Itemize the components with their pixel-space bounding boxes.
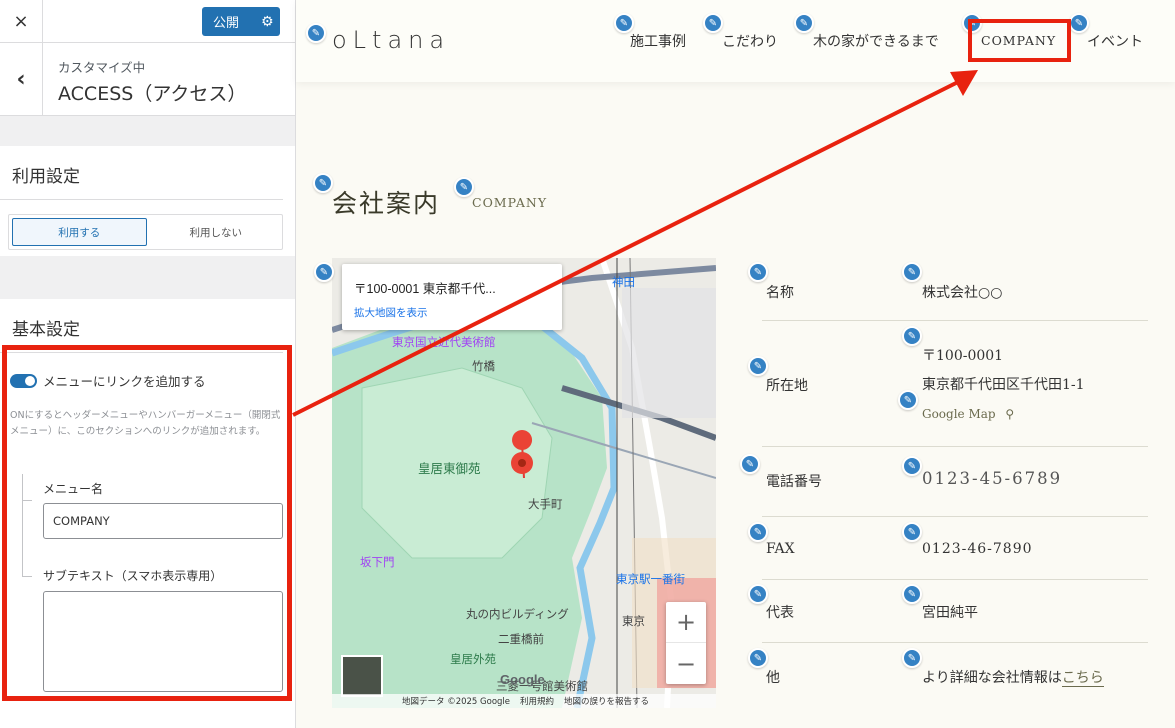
edit-pencil-icon[interactable]: ✎	[703, 13, 723, 33]
info-value: 宮田純平	[922, 605, 978, 621]
edit-pencil-icon[interactable]: ✎	[794, 13, 814, 33]
map-label: 東京国立近代美術館	[392, 337, 496, 349]
info-value: より詳細な会社情報はこちら	[922, 667, 1104, 687]
map-label: 坂下門	[360, 557, 395, 569]
publish-label: 公開	[213, 16, 240, 31]
map-footer: 地図データ ©2025 Google 利用規約 地図の誤りを報告する	[332, 694, 716, 708]
company-detail-link[interactable]: こちら	[1061, 670, 1104, 687]
zoom-out-button[interactable]: −	[666, 643, 706, 684]
site-header: ✎ oLtana ✎ 施工事例 ✎ こだわり ✎ 木の家ができるまで ✎ COM…	[296, 0, 1175, 82]
info-key: 他	[766, 670, 780, 686]
info-key: 電話番号	[766, 474, 822, 490]
info-key: FAX	[766, 541, 795, 557]
map-data-credit: 地図データ ©2025 Google	[402, 697, 511, 707]
map-label: 皇居東御苑	[418, 462, 481, 476]
edit-pencil-icon[interactable]: ✎	[740, 454, 760, 474]
info-value: 株式会社○○	[922, 285, 1003, 301]
back-icon[interactable]: ‹	[0, 43, 43, 116]
nav-item-kodawari[interactable]: こだわり	[722, 31, 778, 51]
google-map-link[interactable]: Google Map ⚲	[922, 407, 1014, 421]
close-icon[interactable]: ×	[0, 0, 43, 43]
edit-pencil-icon[interactable]: ✎	[314, 262, 334, 282]
info-value: 0123-46-7890	[922, 541, 1033, 557]
menu-link-description: ONにするとヘッダーメニューやハンバーガーメニュー（開閉式メニュー）に、このセク…	[10, 410, 281, 437]
edit-pencil-icon[interactable]: ✎	[614, 13, 634, 33]
usage-title: 利用設定	[0, 146, 283, 200]
info-key: 代表	[766, 605, 794, 621]
info-key: 名称	[766, 285, 794, 301]
customizer-topbar: × 公開 ⚙	[0, 0, 295, 43]
map-label: 二重橋前	[498, 634, 544, 646]
page-subtitle: COMPANY	[472, 195, 548, 210]
nouse-option[interactable]: 利用しない	[150, 215, 283, 249]
highlight-box-nav	[968, 19, 1071, 62]
table-row: 所在地 〒100-0001 東京都千代田区千代田1-1 Google Map ⚲	[762, 321, 1148, 447]
map-terms-link[interactable]: 利用規約	[520, 695, 554, 707]
edit-pencil-icon[interactable]: ✎	[454, 177, 474, 197]
page-title: 会社案内	[332, 189, 441, 218]
info-value: 〒100-0001	[922, 348, 1004, 364]
customizer-panel: × 公開 ⚙ ‹ カスタマイズ中 ACCESS（アクセス） 利用設定 利用する …	[0, 0, 296, 728]
map-enlarge-link[interactable]: 拡大地図を表示	[354, 305, 550, 320]
map-label: 東京駅一番街	[616, 574, 685, 586]
map-info-card: 〒100-0001 東京都千代... 拡大地図を表示	[342, 264, 562, 330]
table-row: 名称 株式会社○○	[762, 258, 1148, 321]
edit-pencil-icon[interactable]: ✎	[1069, 13, 1089, 33]
menu-link-toggle[interactable]	[10, 373, 37, 388]
menu-link-row[interactable]: メニューにリンクを追加する	[10, 371, 206, 390]
subtext-field[interactable]	[43, 591, 283, 692]
table-row: 他 より詳細な会社情報はこちら	[762, 643, 1148, 709]
map-zoom-control: + −	[666, 602, 706, 684]
use-option[interactable]: 利用する	[12, 218, 147, 246]
table-row: FAX 0123-46-7890	[762, 517, 1148, 580]
info-value: 0123-45-6789	[922, 469, 1063, 488]
google-map[interactable]: 東京国立近代美術館 竹橋 皇居東御苑 大手町 坂下門 東京駅一番街 丸の内ビルデ…	[332, 258, 716, 708]
menu-name-label: メニュー名	[43, 482, 104, 496]
google-logo: Google	[500, 672, 545, 687]
map-label: 神田	[612, 277, 635, 289]
map-label: 皇居外苑	[450, 654, 496, 666]
map-label: 竹橋	[472, 361, 495, 373]
subtext-label: サブテキスト（スマホ表示専用）	[43, 569, 223, 583]
google-map-label: Google Map	[922, 407, 996, 421]
map-report-link[interactable]: 地図の誤りを報告する	[564, 695, 649, 707]
menu-name-field[interactable]: COMPANY	[43, 503, 283, 539]
zoom-in-button[interactable]: +	[666, 602, 706, 643]
map-label: 丸の内ビルディング	[466, 609, 569, 621]
table-row: 代表 宮田純平	[762, 580, 1148, 643]
edit-pencil-icon[interactable]: ✎	[306, 23, 326, 43]
info-key: 所在地	[766, 378, 808, 394]
publish-button[interactable]: 公開 ⚙	[202, 7, 280, 36]
map-label: 大手町	[528, 499, 563, 511]
site-preview: ✎ oLtana ✎ 施工事例 ✎ こだわり ✎ 木の家ができるまで ✎ COM…	[296, 0, 1175, 728]
usage-group: 利用設定 利用する 利用しない	[0, 146, 295, 256]
section-header: ‹ カスタマイズ中 ACCESS（アクセス）	[0, 43, 295, 116]
section-title: ACCESS（アクセス）	[58, 83, 247, 105]
nav-item-works[interactable]: 施工事例	[630, 31, 686, 51]
map-address: 〒100-0001 東京都千代...	[354, 282, 496, 296]
nav-item-event[interactable]: イベント	[1087, 31, 1143, 51]
breadcrumb: カスタマイズ中	[58, 60, 146, 75]
nav-item-process[interactable]: 木の家ができるまで	[813, 31, 939, 51]
table-row: 電話番号 0123-45-6789	[762, 447, 1148, 517]
map-pin-icon: ⚲	[1005, 407, 1015, 421]
menu-link-label: メニューにリンクを追加する	[43, 374, 206, 389]
usage-toggle: 利用する 利用しない	[8, 214, 283, 250]
edit-pencil-icon[interactable]: ✎	[313, 173, 333, 193]
map-label: 東京	[622, 616, 645, 628]
info-text: より詳細な会社情報は	[922, 670, 1062, 686]
gear-icon[interactable]: ⚙	[261, 14, 274, 30]
info-value: 東京都千代田区千代田1-1	[922, 377, 1085, 393]
site-logo[interactable]: oLtana	[332, 26, 450, 54]
